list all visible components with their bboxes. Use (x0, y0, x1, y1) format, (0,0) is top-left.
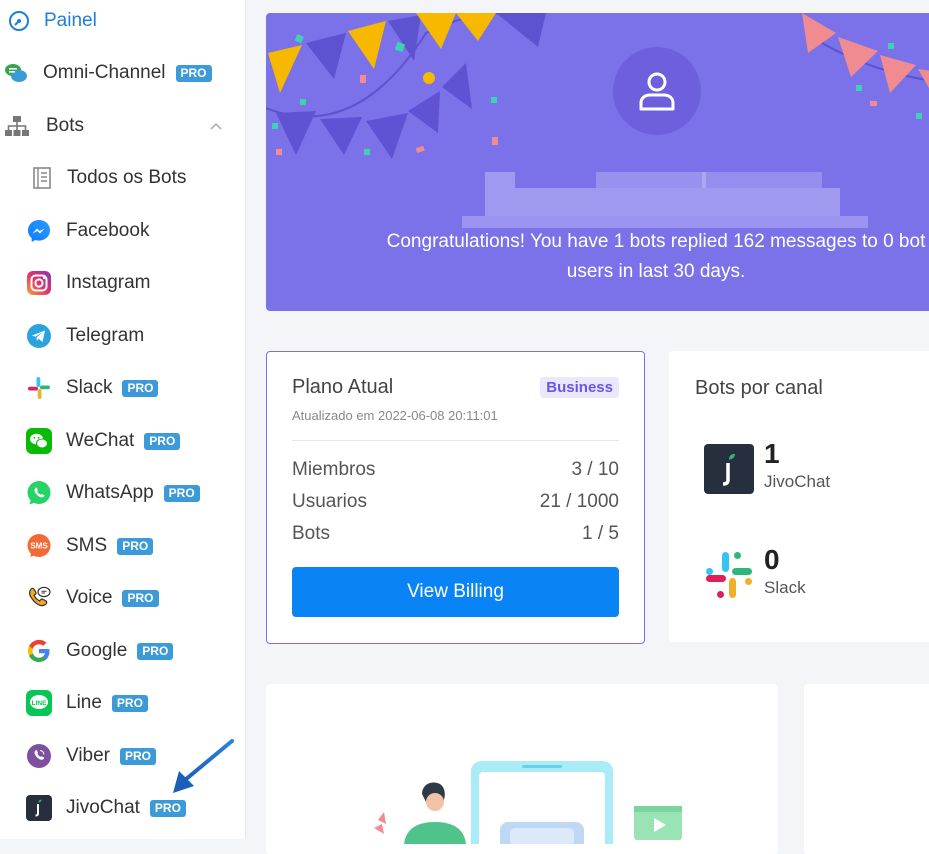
jivochat-icon (704, 444, 754, 494)
sidebar-item-wechat[interactable]: WeChat PRO (26, 421, 271, 461)
pro-badge: PRO (122, 379, 159, 397)
sidebar-item-instagram[interactable]: Instagram (26, 263, 271, 303)
telegram-icon (26, 323, 52, 349)
svg-text:LINE: LINE (32, 700, 47, 707)
sidebar-item-label: Bots (46, 115, 85, 136)
pro-badge: PRO (163, 484, 200, 502)
sidebar-item-sms[interactable]: SMS SMS PRO (26, 526, 271, 566)
annotation-arrow-icon (173, 739, 234, 793)
sidebar-item-omni-channel[interactable]: Omni-Channel PRO (3, 53, 248, 93)
sidebar-item-facebook[interactable]: Facebook (26, 211, 271, 251)
banner-message: Congratulations! You have 1 bots replied… (386, 231, 926, 282)
wechat-icon (26, 428, 52, 454)
sidebar-item-bots[interactable]: Bots (4, 106, 249, 146)
channel-row-slack: 0 Slack (704, 544, 806, 605)
sidebar-item-label: Slack (66, 377, 113, 398)
slack-icon (26, 375, 52, 401)
stat-label: Usuarios (292, 491, 367, 512)
slack-icon (706, 552, 752, 598)
jivochat-icon (26, 795, 52, 821)
list-icon (29, 165, 55, 191)
whatsapp-icon (26, 480, 52, 506)
sidebar-item-slack[interactable]: Slack PRO (26, 368, 271, 408)
sidebar-item-label: JivoChat (66, 797, 140, 818)
sidebar-item-painel[interactable]: Painel (6, 1, 251, 41)
plan-title: Plano Atual (292, 376, 394, 398)
sidebar-item-telegram[interactable]: Telegram (26, 316, 271, 356)
sidebar-item-label: Voice (66, 587, 113, 608)
pro-badge: PRO (117, 537, 154, 555)
channel-bot-count: 1 (764, 438, 780, 469)
dashboard-icon (6, 8, 32, 34)
plan-badge: Business (540, 377, 619, 398)
sidebar-item-voice[interactable]: Voice PRO (26, 578, 271, 618)
channel-row-jivochat: 1 JivoChat (704, 438, 830, 499)
pro-badge: PRO (149, 799, 186, 817)
sidebar-item-whatsapp[interactable]: WhatsApp PRO (26, 473, 271, 513)
sidebar-item-label: WhatsApp (66, 482, 154, 503)
view-billing-button[interactable]: View Billing (292, 567, 619, 617)
channel-card-title: Bots por canal (695, 377, 823, 399)
sidebar-item-label: Omni-Channel (43, 62, 166, 83)
sidebar-item-label: Painel (44, 10, 97, 31)
stat-row-members: Miembros 3 / 10 (292, 459, 619, 483)
sidebar-item-label: Line (66, 692, 102, 713)
messenger-icon (26, 218, 52, 244)
getting-started-card (266, 684, 778, 854)
pro-badge: PRO (137, 642, 174, 660)
plan-updated-timestamp: Atualizado em 2022-06-08 20:11:01 (292, 408, 498, 423)
instagram-icon (26, 270, 52, 296)
phone-icon (26, 585, 52, 611)
channel-bot-count: 0 (764, 544, 780, 575)
channel-name: JivoChat (764, 472, 831, 491)
svg-text:SMS: SMS (30, 542, 48, 551)
channel-name: Slack (764, 578, 806, 597)
line-icon: LINE (26, 690, 52, 716)
stat-row-bots: Bots 1 / 5 (292, 523, 619, 547)
pro-badge: PRO (120, 747, 157, 765)
sms-icon: SMS (26, 533, 52, 559)
sidebar-item-label: Todos os Bots (67, 167, 187, 188)
sidebar-item-line[interactable]: LINE Line PRO (26, 683, 271, 723)
chevron-up-icon[interactable] (209, 118, 223, 136)
stat-value: 1 / 5 (582, 523, 619, 544)
bots-per-channel-card: Bots por canal 1 JivoChat 0 Slack (669, 351, 929, 642)
current-plan-card: Plano Atual Business Atualizado em 2022-… (266, 351, 645, 644)
omnichannel-icon (3, 60, 29, 86)
pro-badge: PRO (175, 64, 212, 82)
congratulations-banner: Congratulations! You have 1 bots replied… (266, 13, 929, 311)
onboarding-illustration-icon (374, 761, 682, 844)
sidebar-item-label: WeChat (66, 430, 135, 451)
stat-value: 21 / 1000 (539, 491, 619, 512)
sidebar-item-label: Instagram (66, 272, 151, 293)
stat-row-users: Usuarios 21 / 1000 (292, 491, 619, 515)
sidebar-item-todos-os-bots[interactable]: Todos os Bots (29, 158, 274, 198)
sidebar-item-label: Viber (66, 745, 111, 766)
pro-badge: PRO (122, 589, 159, 607)
google-icon (26, 638, 52, 664)
avatar (613, 47, 701, 135)
sidebar: Painel Omni-Channel PRO Bots Todos os Bo… (0, 0, 246, 839)
stat-label: Bots (292, 523, 331, 544)
viber-icon (26, 743, 52, 769)
sidebar-item-google[interactable]: Google PRO (26, 631, 271, 671)
sidebar-item-label: SMS (66, 535, 108, 556)
pro-badge: PRO (111, 694, 148, 712)
divider (292, 440, 619, 441)
user-icon (639, 72, 675, 111)
sitemap-icon (4, 113, 30, 139)
sidebar-item-label: Telegram (66, 325, 145, 346)
secondary-card (804, 684, 929, 854)
sidebar-item-label: Facebook (66, 220, 150, 241)
sidebar-item-label: Google (66, 640, 128, 661)
stat-value: 3 / 10 (571, 459, 619, 480)
pro-badge: PRO (144, 432, 181, 450)
stat-label: Miembros (292, 459, 376, 480)
